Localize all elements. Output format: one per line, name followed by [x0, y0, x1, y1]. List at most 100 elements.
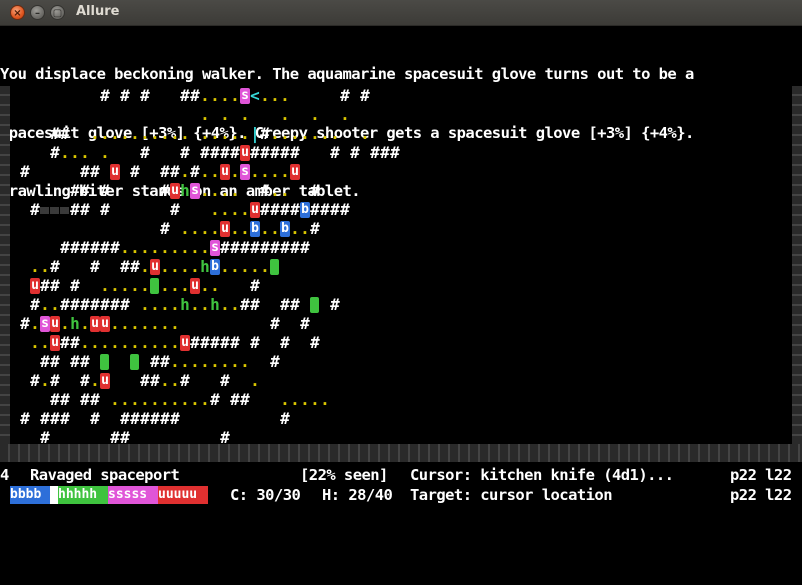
floor-tile: . — [270, 124, 280, 143]
actor-s[interactable]: s — [210, 240, 220, 256]
actor-u[interactable]: u — [50, 335, 60, 351]
wall-tile: # — [250, 295, 260, 314]
floor-tile: . — [220, 86, 230, 105]
actor-b[interactable]: b — [280, 221, 290, 237]
wall-tile: # — [50, 352, 60, 371]
wall-tile: # — [30, 295, 40, 314]
actor-u[interactable]: u — [90, 316, 100, 332]
floor-tile: . — [280, 181, 290, 200]
actor-u[interactable]: u — [180, 335, 190, 351]
wall-tile: # — [250, 333, 260, 352]
wall-tile: # — [20, 314, 30, 333]
game-map[interactable]: # # # # #.... s <... # #...... # #............... |… — [0, 86, 802, 447]
wall-tile: # — [80, 390, 90, 409]
wall-tile: # — [380, 143, 390, 162]
actor-h[interactable]: h — [180, 295, 190, 315]
wall-tile: # — [120, 257, 130, 276]
minimize-window-button[interactable]: – — [30, 5, 45, 20]
floor-tile: . — [290, 124, 300, 143]
wall-tile: # — [70, 238, 80, 257]
actor-u[interactable]: u — [220, 221, 230, 237]
floor-tile: . — [270, 181, 280, 200]
floor-tile: . — [130, 276, 140, 295]
floor-tile: . — [240, 200, 250, 219]
floor-tile: . — [160, 124, 170, 143]
floor-tile: . — [190, 295, 200, 314]
floor-tile: . — [30, 314, 40, 333]
wall-tile: # — [100, 200, 110, 219]
window-titlebar: × – ▢ Allure — [0, 0, 802, 26]
wall-tile: # — [200, 333, 210, 352]
wall-tile: # — [250, 276, 260, 295]
actor-s[interactable]: s — [240, 88, 250, 104]
actor-u[interactable]: u — [110, 164, 120, 180]
actor-h[interactable]: h — [200, 257, 210, 277]
wall-tile: # — [160, 409, 170, 428]
floor-tile: . — [340, 105, 350, 124]
wall-tile: # — [40, 409, 50, 428]
actor-O[interactable] — [310, 297, 319, 313]
floor-tile: . — [230, 162, 240, 181]
wall-tile: # — [300, 314, 310, 333]
floor-tile: . — [180, 162, 190, 181]
floor-tile: . — [110, 390, 120, 409]
status-line-2: C: 30/30 H: 28/40 Target: cursor locatio… — [0, 485, 802, 505]
actor-u[interactable]: u — [220, 164, 230, 180]
wall-tile: # — [90, 257, 100, 276]
wall-tile: # — [90, 409, 100, 428]
floor-tile: . — [190, 390, 200, 409]
actor-u[interactable]: u — [150, 259, 160, 275]
actor-u[interactable]: u — [100, 316, 110, 332]
floor-tile: . — [170, 371, 180, 390]
actor-O[interactable] — [270, 259, 279, 275]
wall-tile: # — [100, 181, 110, 200]
actor-b[interactable]: b — [250, 221, 260, 237]
actor-u[interactable]: u — [100, 373, 110, 389]
actor-u[interactable]: u — [240, 145, 250, 161]
actor-s[interactable]: s — [240, 164, 250, 180]
wall-tile: # — [70, 276, 80, 295]
actor-u[interactable]: u — [290, 164, 300, 180]
actor-O[interactable] — [130, 354, 139, 370]
wall-tile: # — [280, 238, 290, 257]
floor-tile: . — [260, 257, 270, 276]
cursor-position: p22 l22 — [730, 466, 792, 484]
wall-tile: # — [80, 352, 90, 371]
maximize-window-button[interactable]: ▢ — [50, 5, 65, 20]
map-border-bottom — [0, 444, 802, 462]
wall-tile: # — [80, 200, 90, 219]
floor-tile: . — [80, 314, 90, 333]
actor-u[interactable]: u — [190, 278, 200, 294]
floor-tile: . — [230, 124, 240, 143]
actor-O[interactable] — [150, 278, 159, 294]
floor-tile: . — [220, 200, 230, 219]
floor-tile: . — [230, 257, 240, 276]
actor-u[interactable]: u — [170, 183, 180, 199]
actor-O[interactable] — [100, 354, 109, 370]
floor-tile: . — [300, 124, 310, 143]
actor-u[interactable]: u — [250, 202, 260, 218]
wall-tile: # — [120, 409, 130, 428]
actor-s[interactable]: s — [190, 183, 200, 199]
floor-tile: . — [170, 124, 180, 143]
floor-tile: . — [270, 162, 280, 181]
actor-s[interactable]: s — [40, 316, 50, 332]
floor-tile: . — [180, 390, 190, 409]
wall-tile: # — [260, 200, 270, 219]
floor-tile: . — [50, 295, 60, 314]
floor-tile: . — [300, 390, 310, 409]
wall-tile: # — [70, 200, 80, 219]
actor-h[interactable]: h — [70, 314, 80, 334]
wall-tile: # — [310, 219, 320, 238]
actor-b[interactable]: b — [300, 202, 310, 218]
wall-tile: # — [220, 238, 230, 257]
actor-h[interactable]: h — [180, 181, 190, 201]
close-window-button[interactable]: × — [10, 5, 25, 20]
actor-h[interactable]: h — [210, 295, 220, 315]
wall-tile: # — [180, 143, 190, 162]
actor-u[interactable]: u — [50, 316, 60, 332]
actor-b[interactable]: b — [210, 259, 220, 275]
actor-u[interactable]: u — [30, 278, 40, 294]
floor-tile: . — [200, 390, 210, 409]
floor-tile: . — [120, 390, 130, 409]
